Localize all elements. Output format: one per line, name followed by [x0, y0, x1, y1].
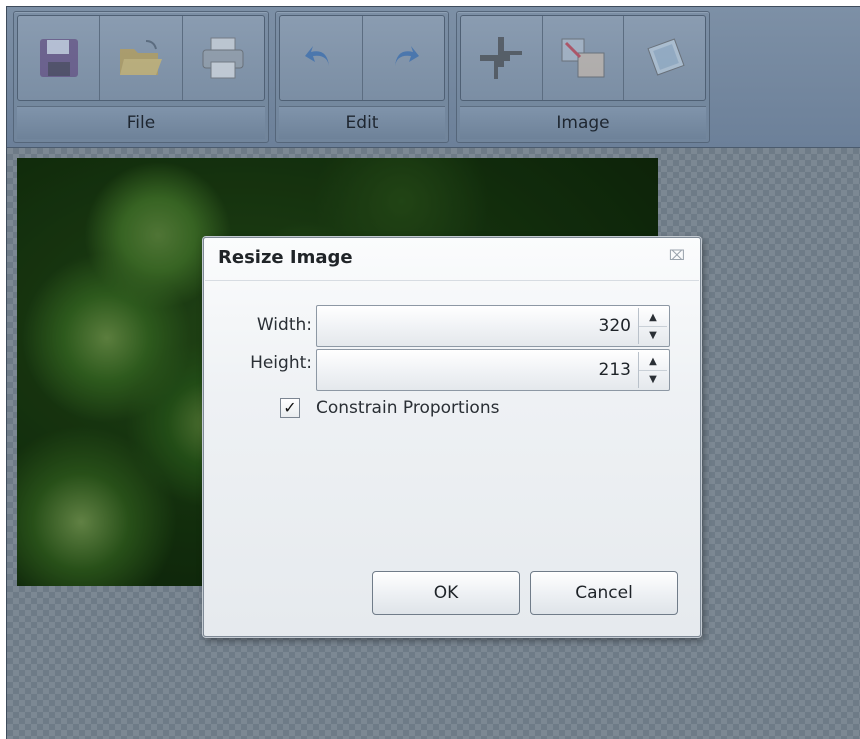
toolbar: File Edit Image: [7, 7, 860, 148]
toolbar-group-label-file: File: [17, 106, 265, 139]
print-button[interactable]: [183, 16, 264, 100]
rotate-button[interactable]: [624, 16, 705, 100]
toolbar-group-edit: Edit: [275, 11, 449, 143]
save-button[interactable]: [18, 16, 101, 100]
ok-button[interactable]: OK: [372, 571, 520, 615]
toolbar-group-label-edit: Edit: [279, 106, 445, 139]
chevron-up-icon: ▲: [649, 355, 657, 367]
crop-button[interactable]: [461, 16, 543, 100]
title-divider: [205, 280, 699, 281]
undo-button[interactable]: [280, 16, 363, 100]
constrain-proportions-label[interactable]: Constrain Proportions: [316, 398, 499, 418]
checkmark-icon: ✓: [283, 398, 297, 417]
toolbar-group-file: File: [13, 11, 269, 143]
close-icon[interactable]: ⌧: [668, 247, 686, 265]
chevron-up-icon: ▲: [649, 311, 657, 323]
resize-button[interactable]: [543, 16, 625, 100]
height-label: Height:: [250, 353, 312, 373]
open-folder-icon: [119, 40, 162, 75]
cancel-button[interactable]: Cancel: [530, 571, 678, 615]
resize-icon: [561, 38, 605, 78]
height-increment-button[interactable]: ▲: [639, 352, 667, 371]
width-increment-button[interactable]: ▲: [639, 308, 667, 327]
toolbar-group-label-image: Image: [460, 106, 706, 139]
rotate-icon: [647, 38, 685, 76]
print-icon: [202, 37, 244, 79]
chevron-down-icon: ▼: [649, 373, 657, 385]
width-input[interactable]: 320: [599, 306, 631, 346]
open-button[interactable]: [100, 16, 183, 100]
height-input[interactable]: 213: [599, 350, 631, 390]
dialog-title: Resize Image: [218, 247, 353, 268]
redo-button[interactable]: [363, 16, 445, 100]
height-decrement-button[interactable]: ▼: [639, 370, 667, 388]
save-icon: [39, 39, 78, 77]
crop-icon: [480, 37, 523, 79]
toolbar-group-image: Image: [456, 11, 710, 143]
width-decrement-button[interactable]: ▼: [639, 326, 667, 344]
resize-image-dialog: Resize Image ⌧ Width: 320 ▲ ▼ Height: 21…: [203, 237, 701, 637]
chevron-down-icon: ▼: [649, 329, 657, 341]
width-label: Width:: [256, 315, 312, 335]
height-stepper[interactable]: 213 ▲ ▼: [316, 349, 670, 391]
width-stepper[interactable]: 320 ▲ ▼: [316, 305, 670, 347]
redo-icon: [395, 46, 420, 66]
undo-icon: [304, 46, 329, 66]
constrain-proportions-checkbox[interactable]: ✓: [280, 398, 300, 418]
